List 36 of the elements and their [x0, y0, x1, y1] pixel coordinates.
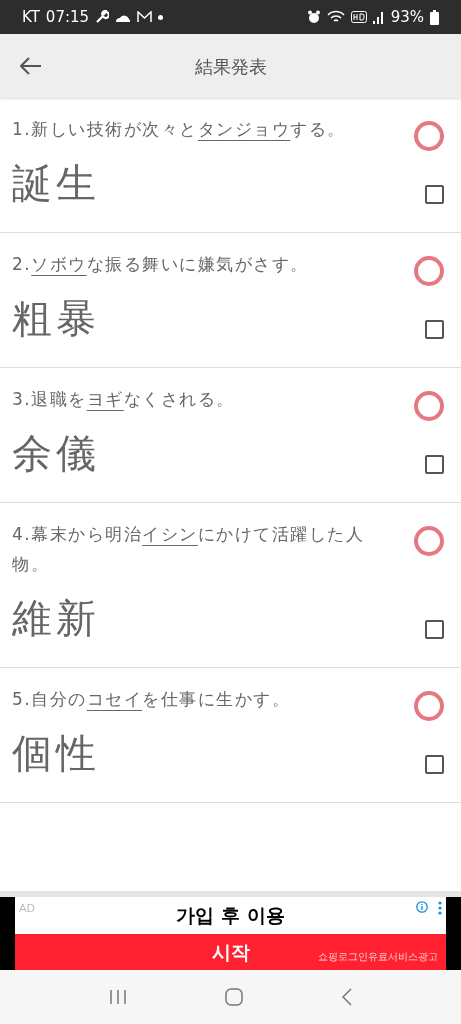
- recent-apps-icon[interactable]: [109, 989, 128, 1005]
- answer-text: 維新: [12, 594, 100, 643]
- ad-banner[interactable]: AD 가입 후 이용 시작 쇼핑로그인유료서비스광고: [0, 897, 461, 970]
- hd-icon: [350, 11, 367, 23]
- checkbox[interactable]: [425, 620, 444, 639]
- answer-text: 余儀: [12, 429, 100, 478]
- ad-headline: 가입 후 이용: [176, 903, 285, 929]
- answer-text: 誕生: [12, 159, 100, 208]
- ad-cta: 시작: [211, 939, 250, 965]
- checkbox[interactable]: [425, 320, 444, 339]
- question-sentence: 2.ソボウ な振る舞いに嫌気がさす。: [12, 253, 310, 276]
- ad-label: AD: [19, 901, 35, 917]
- checkbox[interactable]: [425, 455, 444, 474]
- question-sentence: 3.退職を ヨギなくされる。: [12, 388, 236, 411]
- more-options-icon[interactable]: [438, 901, 442, 915]
- checkbox[interactable]: [425, 755, 444, 774]
- carrier-text: KT: [22, 6, 40, 28]
- answer-text: 粗暴: [12, 294, 100, 343]
- battery-text: 93%: [390, 6, 424, 28]
- clock-text: 07:15: [45, 6, 90, 28]
- mail-icon: [137, 11, 153, 23]
- dot-icon: [158, 14, 164, 20]
- battery-icon: [430, 9, 439, 25]
- question-sentence: 5.自分の コセイ を仕事に生かす。: [12, 688, 292, 711]
- info-icon[interactable]: [416, 901, 428, 913]
- ad-disclaimer: 쇼핑로그인유료서비스광고: [318, 950, 438, 964]
- question-sentence: 4.幕末から明治イシン にかけて活躍した人物。: [12, 523, 366, 576]
- answer-text: 個性: [12, 729, 100, 778]
- checkbox[interactable]: [425, 185, 444, 204]
- wifi-icon: [326, 10, 345, 24]
- question-sentence: 1.新しい技術が次々と タンジョウする。: [12, 118, 347, 141]
- back-icon[interactable]: [341, 988, 352, 1006]
- signal-icon: [372, 10, 385, 24]
- screen-title: 結果発表: [194, 54, 267, 79]
- back-arrow-icon[interactable]: [20, 57, 42, 75]
- home-icon[interactable]: [225, 988, 244, 1006]
